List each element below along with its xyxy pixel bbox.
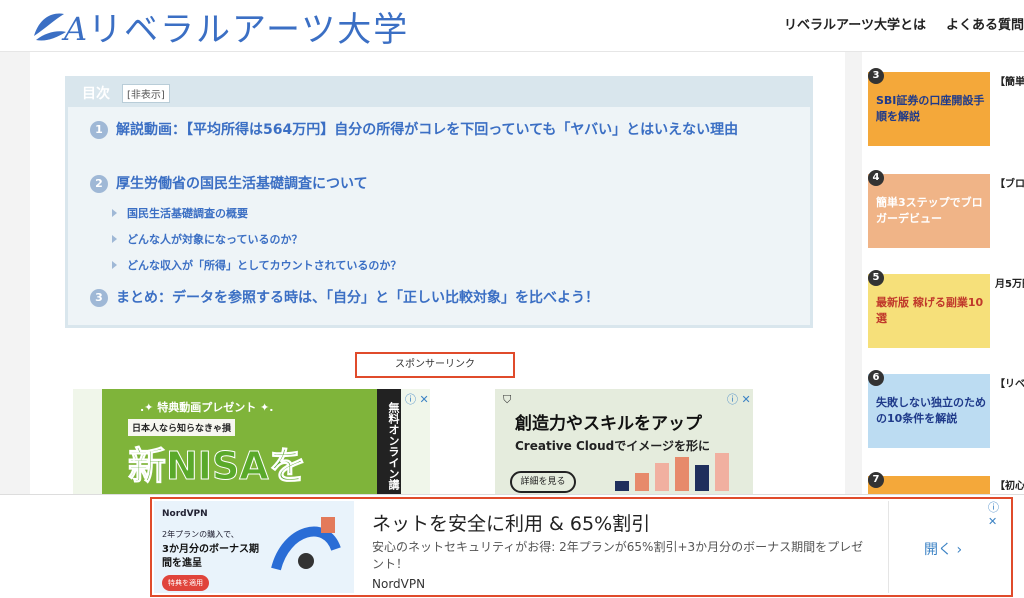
triangle-bullet-icon — [112, 261, 117, 269]
rank-badge: 3 — [868, 68, 884, 84]
rank-badge: 5 — [868, 270, 884, 286]
chevron-right-icon: › — [956, 542, 963, 558]
nordvpn-open-button[interactable]: 開く › — [924, 539, 962, 559]
logo-text: リベラルアーツ大学 — [88, 9, 410, 50]
toc-number-badge: 2 — [90, 175, 108, 193]
ad-nisa-headline: 新NISAを — [128, 444, 308, 489]
toc-item-label: まとめ：データを参照する時は、「自分」と「正しい比較対象」を比べよう！ — [116, 290, 599, 306]
logo-leaf-icon: A — [30, 6, 88, 48]
ad-creative-cloud[interactable]: ⛉ 創造力やスキルをアップ Creative Cloudでイメージを形に 詳細を… — [495, 389, 753, 499]
toc-header: 目次 [非表示] — [68, 79, 810, 107]
toc-subitem[interactable]: 国民生活基礎調査の概要 — [112, 205, 248, 221]
ad-nisa-subtitle: 日本人なら知らなきゃ損 — [128, 419, 236, 436]
toc-number-badge: 1 — [90, 121, 108, 139]
toc-subitem[interactable]: どんな人が対象になっているのか？ — [112, 231, 302, 247]
ranking-title: 【リベ る】失 めの10 — [995, 379, 1024, 390]
toc-item-label: 厚生労働省の国民生活基礎調査について — [116, 176, 368, 192]
nav-item-about[interactable]: リベラルアーツ大学とは — [784, 14, 926, 33]
nordvpn-ad-image: NordVPN 2年プランの購入で、 3か月分のボーナス期間を進呈 特典を適用 — [154, 501, 354, 593]
nordvpn-ad-title: ネットを安全に利用 & 65%割引 — [372, 513, 651, 535]
toc-title: 目次 — [82, 86, 110, 102]
ranking-title: 【ブロ ステッ ュー】 — [995, 179, 1024, 190]
ad-divider — [888, 501, 889, 593]
ad-nisa-banner: .✦ 特典動画プレゼント ✦. — [140, 401, 274, 414]
header-nav: リベラルアーツ大学とは よくある質問 — [784, 14, 1024, 33]
ranking-item[interactable]: 3 SBI証券の口座開設手順を解説 【簡単 設手順 （初心 — [868, 68, 1024, 148]
toc-item-2[interactable]: 2 厚生労働省の国民生活基礎調査について — [90, 173, 790, 195]
ranking-item[interactable]: 6 失敗しない独立のための10条件を解説 【リベ る】失 めの10 — [868, 370, 1024, 450]
site-logo[interactable]: A リベラルアーツ大学 — [30, 4, 410, 50]
nav-item-faq[interactable]: よくある質問 — [946, 14, 1024, 33]
ranking-thumbnail: 失敗しない独立のための10条件を解説 — [868, 374, 990, 448]
ranking-title: 【簡単 設手順 （初心 — [995, 77, 1024, 88]
yoga-figure-illustration — [271, 517, 341, 571]
ranking-item[interactable]: 4 簡単3ステップでブロガーデビュー 【ブロ ステッ ュー】 — [868, 170, 1024, 250]
toc-item-3[interactable]: 3 まとめ：データを参照する時は、「自分」と「正しい比較対象」を比べよう！ — [90, 287, 790, 309]
ranking-thumbnail: SBI証券の口座開設手順を解説 — [868, 72, 990, 146]
ad-close-icon[interactable]: ⓘ ✕ — [405, 391, 429, 407]
nordvpn-ad[interactable]: NordVPN 2年プランの購入で、 3か月分のボーナス期間を進呈 特典を適用 … — [150, 497, 1013, 597]
toc-toggle-button[interactable]: [非表示] — [122, 83, 170, 103]
nordvpn-logo: NordVPN — [162, 509, 208, 519]
site-header: A リベラルアーツ大学 リベラルアーツ大学とは よくある質問 — [0, 0, 1024, 52]
toc-item-1[interactable]: 1 解説動画：【平均所得は564万円】自分の所得がコレを下回っていても「ヤバい」と… — [90, 119, 790, 141]
sticky-ad-bar: NordVPN 2年プランの購入で、 3か月分のボーナス期間を進呈 特典を適用 … — [0, 494, 1024, 598]
toc-subitem[interactable]: どんな収入が「所得」としてカウントされているのか？ — [112, 257, 401, 273]
shield-icon: ⛉ — [503, 393, 512, 406]
ranking-thumbnail: 簡単3ステップでブロガーデビュー — [868, 174, 990, 248]
toc-item-label: 解説動画：【平均所得は564万円】自分の所得がコレを下回っていても「ヤバい」とは… — [116, 122, 739, 138]
nordvpn-ad-brand: NordVPN — [372, 577, 426, 591]
nordvpn-ad-description: 安心のネットセキュリティがお得: 2年プランが65%割引+3か月分のボーナス期間… — [372, 540, 864, 571]
ad-cc-graphic — [615, 453, 729, 491]
toc-number-badge: 3 — [90, 289, 108, 307]
rank-badge: 6 — [868, 370, 884, 386]
ranking-thumbnail: 最新版 稼げる副業10選 — [868, 274, 990, 348]
svg-text:A: A — [61, 10, 87, 46]
nordvpn-apply-button[interactable]: 特典を適用 — [162, 575, 209, 591]
ad-cc-heading: 創造力やスキルをアップ — [515, 414, 702, 434]
triangle-bullet-icon — [112, 235, 117, 243]
rank-badge: 7 — [868, 472, 884, 488]
table-of-contents: 目次 [非表示] 1 解説動画：【平均所得は564万円】自分の所得がコレを下回って… — [65, 76, 813, 328]
ad-nisa[interactable]: .✦ 特典動画プレゼント ✦. 日本人なら知らなきゃ損 新NISAを 無料オンラ… — [73, 389, 430, 499]
ad-close-icon[interactable]: ⓘ ✕ — [988, 499, 1011, 528]
ad-nisa-side-text: 無料オンライン講 — [377, 389, 401, 499]
sponsor-label: スポンサーリンク — [355, 352, 515, 378]
ad-cc-details-button[interactable]: 詳細を見る — [510, 471, 576, 493]
rank-badge: 4 — [868, 170, 884, 186]
ranking-title: 月5万円 れよう 選を紹 — [995, 279, 1024, 290]
ad-close-icon[interactable]: ⓘ ✕ — [727, 391, 751, 407]
ranking-item[interactable]: 5 最新版 稼げる副業10選 月5万円 れよう 選を紹 — [868, 270, 1024, 350]
triangle-bullet-icon — [112, 209, 117, 217]
